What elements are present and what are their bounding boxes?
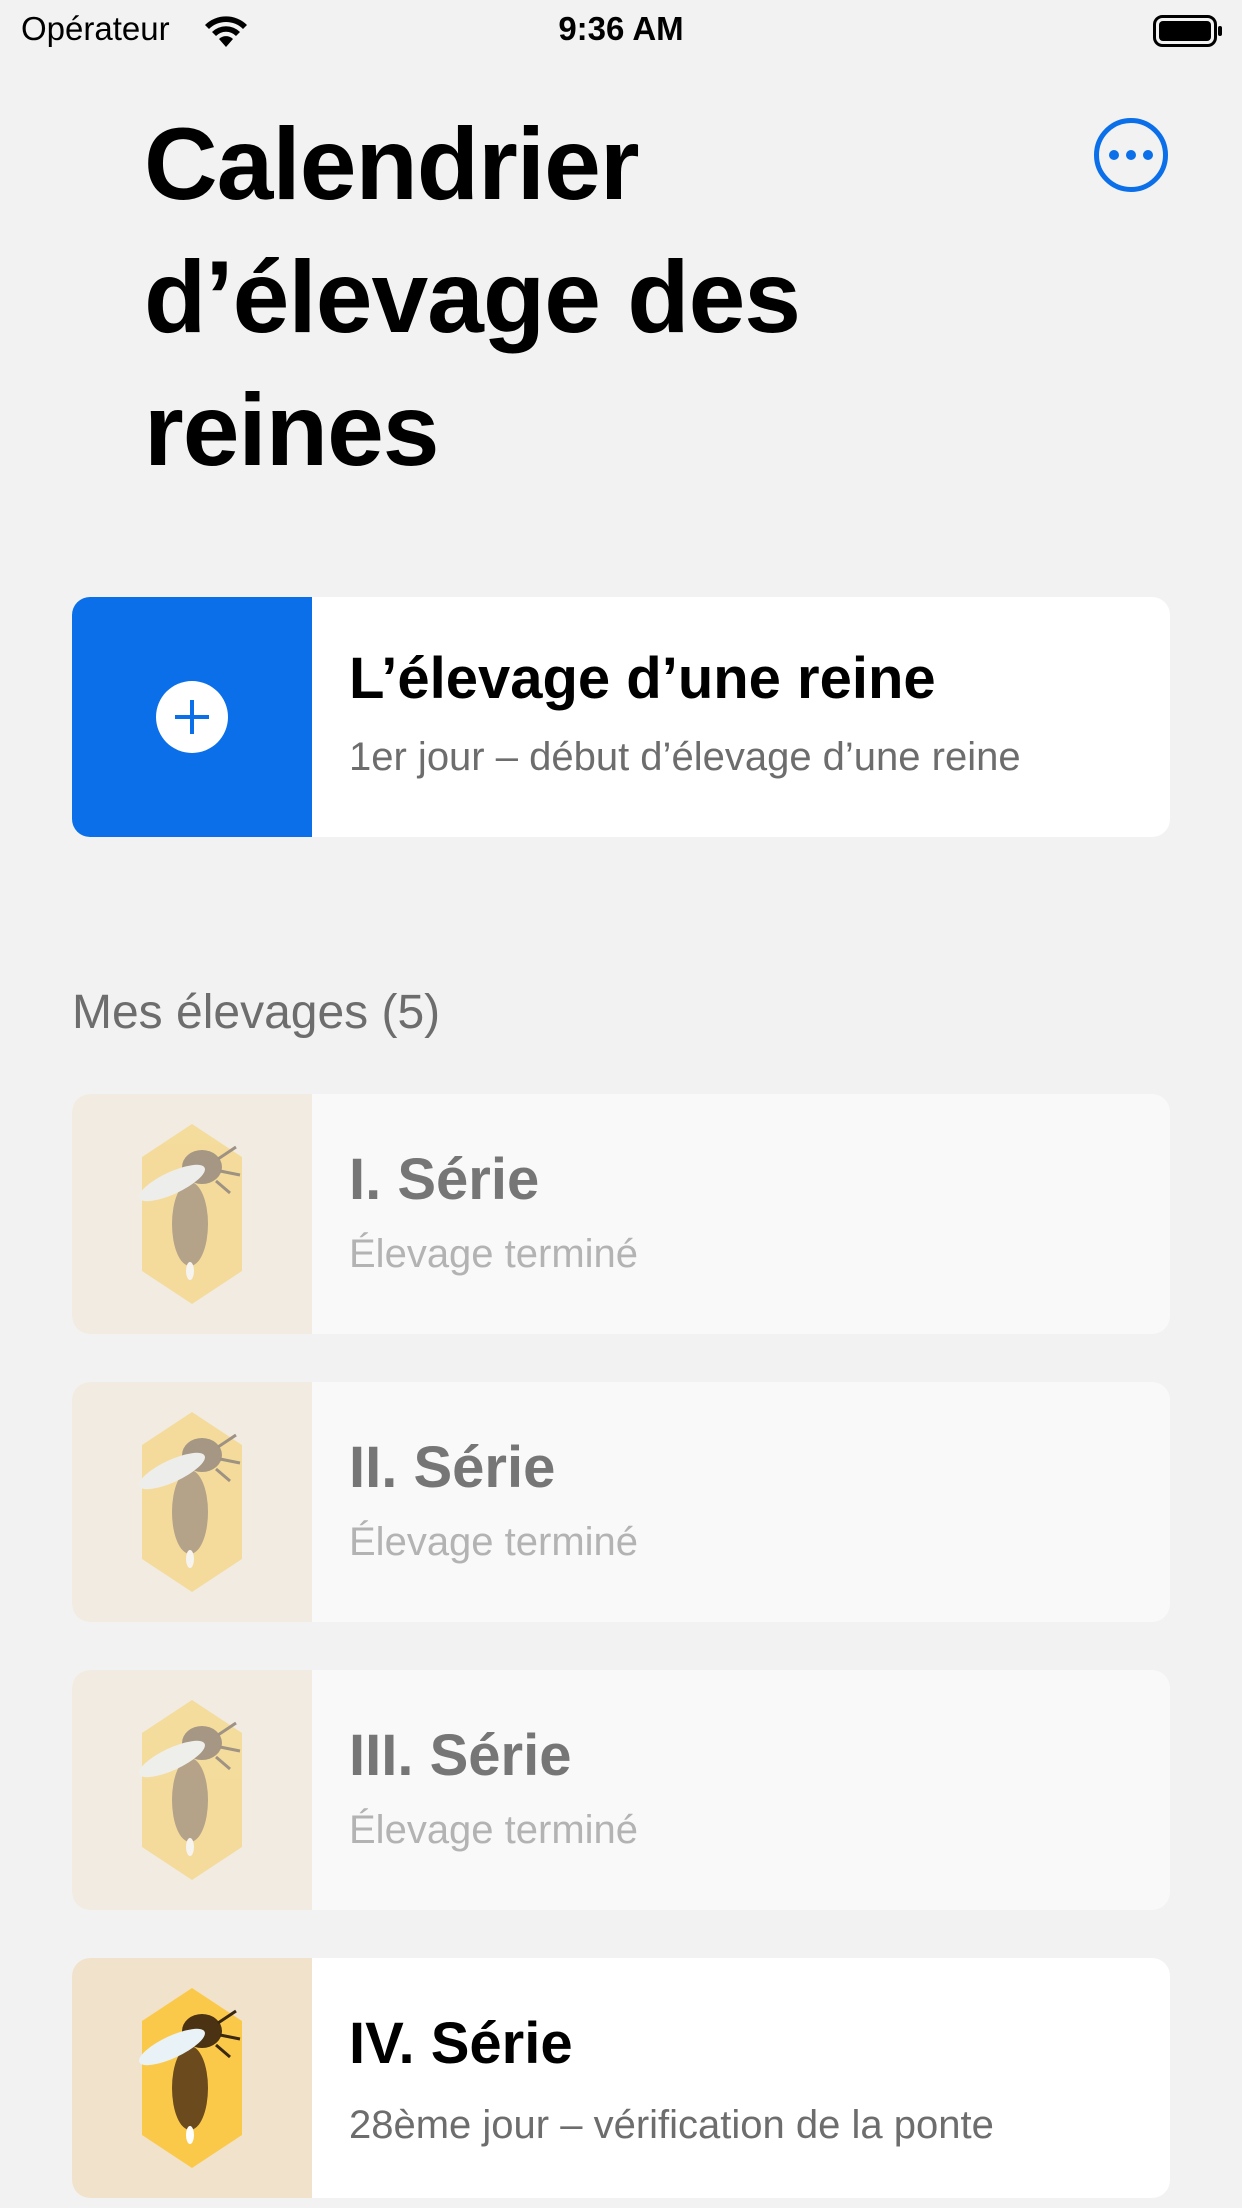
series-subtitle: Élevage terminé: [349, 1232, 639, 1276]
my-breedings-header: Mes élevages (5): [72, 986, 441, 1039]
status-bar: Opérateur 9:36 AM: [0, 0, 1242, 62]
ellipsis-circle-icon: [1109, 150, 1119, 160]
series-thumb: [72, 1670, 312, 1910]
series-title: IV. Série: [349, 2011, 573, 2076]
series-title: III. Série: [349, 1723, 572, 1788]
queen-bee-cell-icon: [139, 1988, 242, 2168]
more-options-button[interactable]: [1094, 118, 1168, 192]
series-card-4[interactable]: IV. Série 28ème jour – vérification de l…: [72, 1958, 1170, 2198]
series-card-3[interactable]: III. Série Élevage terminé: [72, 1670, 1170, 1910]
status-time: 9:36 AM: [558, 10, 684, 47]
series-title: II. Série: [349, 1435, 556, 1500]
battery-icon: [1153, 15, 1222, 47]
queen-bee-cell-icon: [139, 1412, 242, 1592]
series-card-2[interactable]: II. Série Élevage terminé: [72, 1382, 1170, 1622]
new-breeding-thumb: [72, 597, 312, 837]
series-subtitle: Élevage terminé: [349, 1520, 639, 1564]
series-subtitle: Élevage terminé: [349, 1808, 639, 1852]
screen: Opérateur 9:36 AM Calendrier d’élevage d…: [0, 0, 1242, 2208]
series-thumb: [72, 1094, 312, 1334]
series-title: I. Série: [349, 1147, 540, 1212]
new-breeding-title: L’élevage d’une reine: [349, 646, 936, 711]
page-title: Calendrier d’élevage des reines: [144, 107, 801, 487]
plus-circle-icon: [156, 681, 228, 753]
ellipsis-dot: [1126, 150, 1136, 160]
series-thumb: [72, 1382, 312, 1622]
queen-bee-cell-icon: [139, 1700, 242, 1880]
new-breeding-card[interactable]: L’élevage d’une reine 1er jour – début d…: [72, 597, 1170, 837]
queen-bee-cell-icon: [139, 1124, 242, 1304]
series-card-1[interactable]: I. Série Élevage terminé: [72, 1094, 1170, 1334]
new-breeding-subtitle: 1er jour – début d’élevage d’une reine: [349, 735, 1021, 779]
ellipsis-dot: [1143, 150, 1153, 160]
series-subtitle: 28ème jour – vérification de la ponte: [349, 2103, 994, 2147]
series-thumb: [72, 1958, 312, 2198]
